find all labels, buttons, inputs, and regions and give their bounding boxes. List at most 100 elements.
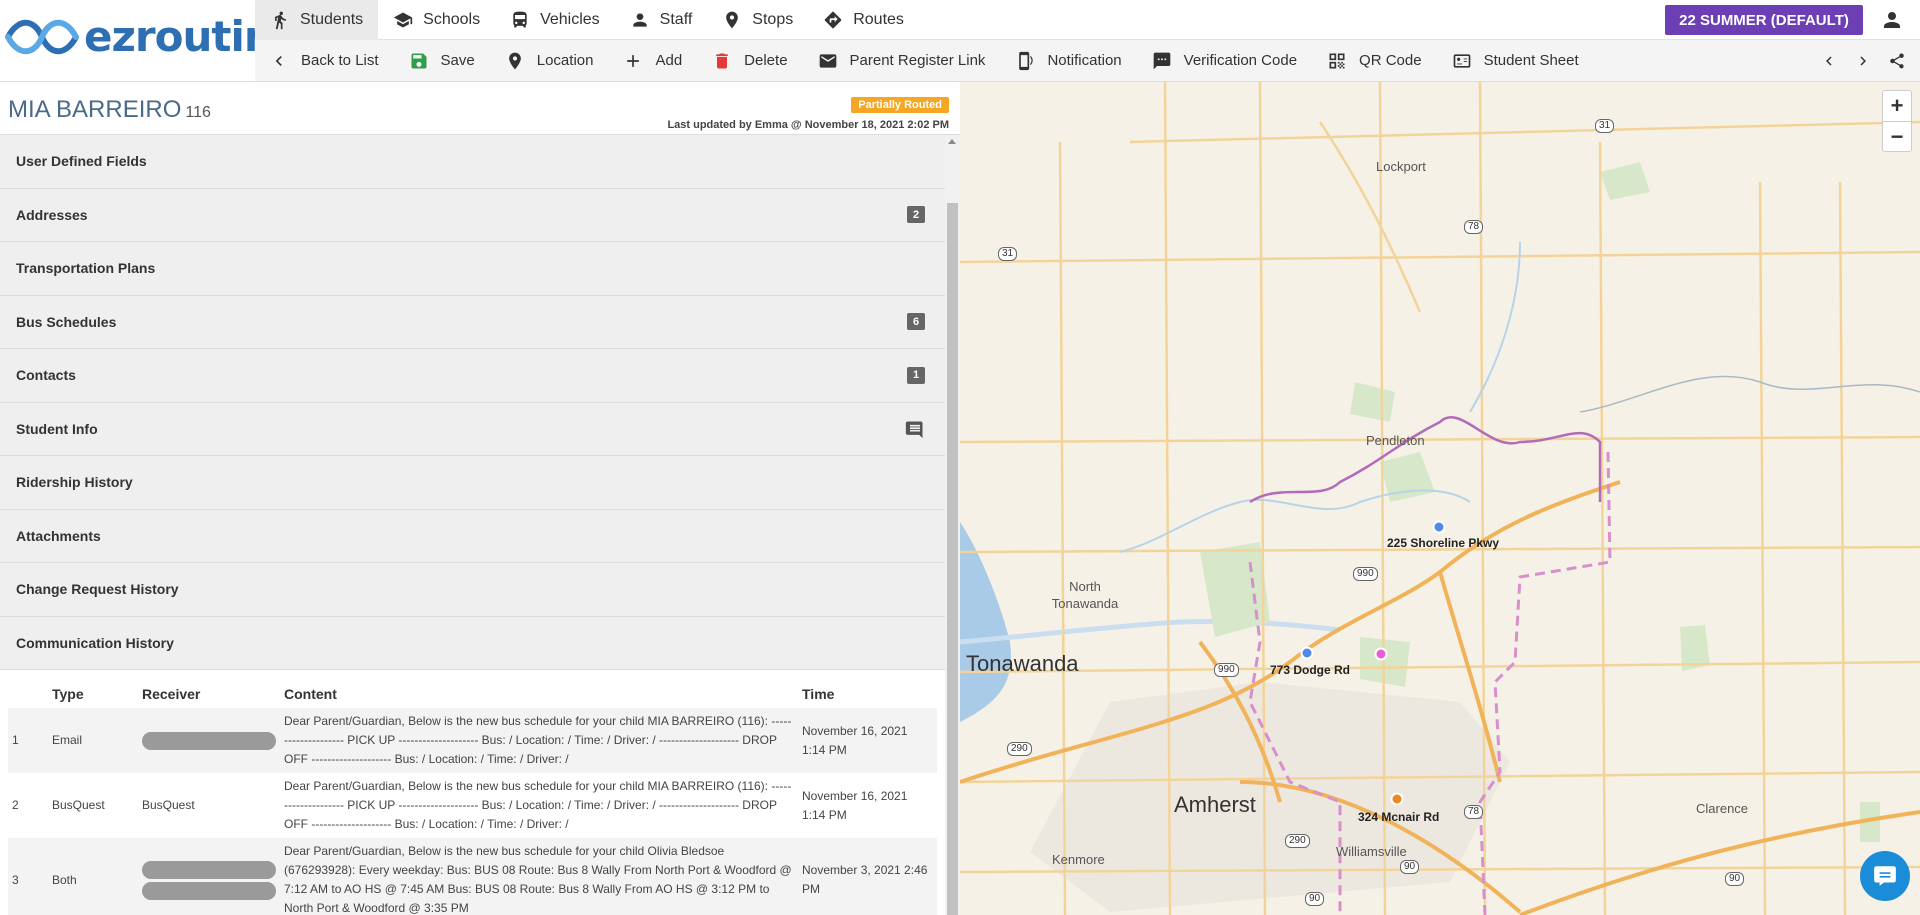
tab-routes[interactable]: Routes bbox=[808, 0, 919, 40]
scroll-up-arrow-icon[interactable] bbox=[948, 139, 956, 144]
add-label: Add bbox=[655, 52, 683, 69]
row-type: Email bbox=[48, 708, 138, 773]
notification-label: Notification bbox=[1047, 52, 1122, 69]
student-sheet-button[interactable]: Student Sheet bbox=[1438, 40, 1595, 82]
header-time[interactable]: Time bbox=[798, 670, 937, 708]
notification-button[interactable]: Notification bbox=[1001, 40, 1137, 82]
header-receiver[interactable]: Receiver bbox=[138, 670, 280, 708]
row-content: Dear Parent/Guardian, Below is the new b… bbox=[280, 838, 798, 915]
section-addresses[interactable]: Addresses 2 bbox=[0, 188, 945, 242]
bus-icon bbox=[513, 11, 527, 28]
delete-button[interactable]: Delete bbox=[698, 40, 803, 82]
row-type: Both bbox=[48, 838, 138, 915]
table-row[interactable]: 2 BusQuest BusQuest Dear Parent/Guardian… bbox=[8, 773, 937, 838]
place-label-lockport: Lockport bbox=[1376, 159, 1426, 174]
user-account-icon[interactable] bbox=[1880, 8, 1904, 32]
route-shield: 78 bbox=[1464, 220, 1484, 234]
place-label-williamsville: Williamsville bbox=[1336, 844, 1407, 859]
section-contacts[interactable]: Contacts 1 bbox=[0, 349, 945, 403]
back-to-list-button[interactable]: Back to List bbox=[255, 40, 395, 82]
tab-students[interactable]: Students bbox=[255, 0, 379, 40]
address-label-shoreline[interactable]: 225 Shoreline Pkwy bbox=[1387, 536, 1499, 550]
route-shield: 990 bbox=[1353, 567, 1378, 581]
status-badge: Partially Routed bbox=[851, 97, 949, 113]
location-button[interactable]: Location bbox=[491, 40, 610, 82]
next-record-button[interactable] bbox=[1846, 40, 1880, 82]
route-shield: 78 bbox=[1464, 805, 1484, 819]
section-label: Bus Schedules bbox=[16, 313, 117, 330]
header-content[interactable]: Content bbox=[280, 670, 798, 708]
section-ridership-history[interactable]: Ridership History bbox=[0, 456, 945, 510]
walking-person-icon bbox=[275, 11, 286, 30]
tab-stops[interactable]: Stops bbox=[707, 0, 808, 40]
place-label-pendleton: Pendleton bbox=[1366, 433, 1425, 448]
season-selector-button[interactable]: 22 SUMMER (DEFAULT) bbox=[1665, 5, 1863, 35]
delete-label: Delete bbox=[744, 52, 788, 69]
previous-record-button[interactable] bbox=[1812, 40, 1846, 82]
header-type[interactable]: Type bbox=[48, 670, 138, 708]
parent-register-link-button[interactable]: Parent Register Link bbox=[804, 40, 1002, 82]
table-row[interactable]: 1 Email Dear Parent/Guardian, Below is t… bbox=[8, 708, 937, 773]
route-shield: 90 bbox=[1725, 872, 1745, 886]
accordion-sections: User Defined Fields Addresses 2 Transport… bbox=[0, 135, 945, 915]
section-user-defined-fields[interactable]: User Defined Fields bbox=[0, 135, 945, 189]
qr-code-icon bbox=[1329, 53, 1345, 68]
diamond-direction-icon bbox=[824, 11, 842, 29]
section-label: Transportation Plans bbox=[16, 260, 156, 277]
qr-code-button[interactable]: QR Code bbox=[1313, 40, 1438, 82]
section-transportation-plans[interactable]: Transportation Plans bbox=[0, 242, 945, 296]
student-name: MIA BARREIRO 116 bbox=[8, 96, 211, 124]
tab-routes-label: Routes bbox=[853, 11, 904, 28]
student-id: 116 bbox=[185, 104, 211, 121]
location-pin-icon bbox=[508, 52, 521, 69]
section-bus-schedules[interactable]: Bus Schedules 6 bbox=[0, 295, 945, 349]
share-button[interactable] bbox=[1880, 40, 1914, 82]
address-label-mcnair[interactable]: 324 Mcnair Rd bbox=[1358, 810, 1439, 824]
section-communication-history[interactable]: Communication History bbox=[0, 616, 945, 670]
logo[interactable]: ezrouting bbox=[0, 0, 303, 82]
qr-code-label: QR Code bbox=[1359, 52, 1422, 69]
row-time: November 16, 2021 1:14 PM bbox=[802, 788, 908, 822]
zoom-out-button[interactable]: − bbox=[1883, 121, 1911, 151]
section-label: Student Info bbox=[16, 420, 98, 437]
map-view[interactable]: Lockport Pendleton North Tonawanda Tonaw… bbox=[960, 82, 1920, 915]
section-attachments[interactable]: Attachments bbox=[0, 509, 945, 563]
zoom-in-button[interactable]: + bbox=[1883, 91, 1911, 121]
table-header-row: Type Receiver Content Time bbox=[8, 670, 937, 708]
chat-support-button[interactable] bbox=[1860, 851, 1910, 901]
save-label: Save bbox=[440, 52, 475, 69]
save-disk-icon bbox=[411, 53, 427, 68]
tab-schools[interactable]: Schools bbox=[378, 0, 495, 40]
scrollbar-thumb[interactable] bbox=[947, 203, 958, 915]
address-label-dodge[interactable]: 773 Dodge Rd bbox=[1270, 663, 1350, 677]
section-change-request-history[interactable]: Change Request History bbox=[0, 563, 945, 617]
verification-code-button[interactable]: Verification Code bbox=[1138, 40, 1313, 82]
row-content: Dear Parent/Guardian, Below is the new b… bbox=[280, 708, 798, 773]
tab-staff-label: Staff bbox=[659, 11, 693, 28]
verification-code-label: Verification Code bbox=[1183, 52, 1298, 69]
phone-notification-icon bbox=[1019, 51, 1034, 70]
row-content: Dear Parent/Guardian, Below is the new b… bbox=[284, 779, 792, 831]
section-student-info[interactable]: Student Info bbox=[0, 402, 945, 456]
add-button[interactable]: Add bbox=[609, 40, 698, 82]
row-receiver bbox=[138, 708, 280, 773]
row-number: 2 bbox=[12, 798, 19, 812]
save-button[interactable]: Save bbox=[395, 40, 491, 82]
back-to-list-label: Back to List bbox=[301, 52, 379, 69]
share-icon bbox=[1890, 53, 1904, 69]
section-label: Attachments bbox=[16, 527, 101, 544]
tab-schools-label: Schools bbox=[423, 11, 481, 28]
tab-vehicles[interactable]: Vehicles bbox=[495, 0, 615, 40]
place-label-clarence: Clarence bbox=[1696, 801, 1749, 816]
route-shield: 90 bbox=[1400, 860, 1420, 874]
panel-scrollbar[interactable] bbox=[945, 135, 960, 915]
student-detail-panel: MIA BARREIRO 116 Partially Routed Last up… bbox=[0, 82, 984, 915]
comment-icon[interactable] bbox=[905, 419, 925, 439]
main-nav-tabs: Students Schools Vehicles Staff Stops Ro… bbox=[255, 0, 919, 40]
tab-staff[interactable]: Staff bbox=[615, 0, 708, 40]
table-row[interactable]: 3 Both Dear Parent/Guardian, Below is th… bbox=[8, 838, 937, 915]
action-toolbar: Back to List Save Location Add Delete Pa… bbox=[255, 40, 1920, 82]
zoom-controls: + − bbox=[1882, 90, 1912, 152]
tab-students-label: Students bbox=[300, 11, 364, 28]
section-label: Change Request History bbox=[16, 581, 179, 598]
